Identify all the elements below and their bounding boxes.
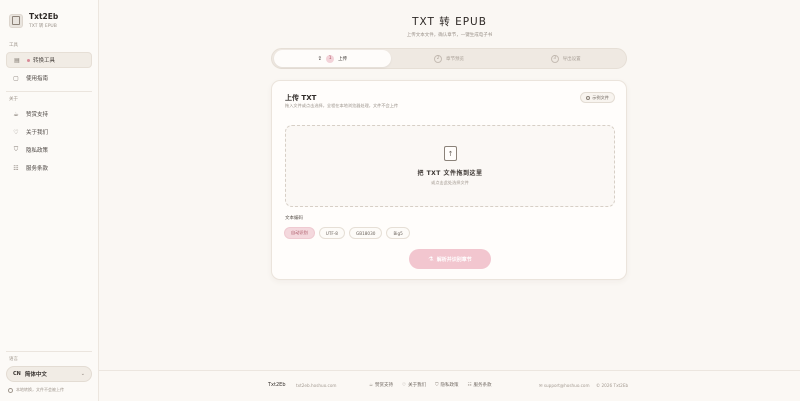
- encoding-options: 自动识别 UTF-8 GB18030 Big5: [284, 227, 414, 239]
- footer-link-label: 赞赏支持: [375, 383, 394, 388]
- footer-links: ☕ 赞赏支持 ♡ 关于我们 ⛉ 隐私政策 ☷ 服务条款: [369, 382, 501, 389]
- step-label: 章节预览: [446, 56, 464, 62]
- local-processing-text: 本地转换，文件不会被上传: [16, 387, 64, 392]
- footer-link-support[interactable]: ☕ 赞赏支持: [369, 382, 394, 389]
- footer-link-label: 隐私政策: [440, 383, 459, 388]
- sample-file-button[interactable]: 示例文件: [580, 92, 615, 103]
- encoding-option-auto[interactable]: 自动识别: [284, 227, 315, 239]
- footer-email-text: support@hoshuo.com: [543, 382, 590, 388]
- shield-icon: ⛉: [13, 146, 19, 153]
- sidebar-divider: [6, 91, 92, 92]
- brand-subtitle: TXT 转 EPUB: [29, 24, 57, 29]
- coffee-icon: ☕: [369, 382, 374, 388]
- parse-chapters-label: 解析并识别章节: [436, 256, 472, 263]
- footer-copyright: © 2026 Txt2Eb: [596, 382, 629, 388]
- footer: Txt2Eb txt2eb.hoshuo.com ☕ 赞赏支持 ♡ 关于我们 ⛉ 隐私…: [99, 370, 800, 401]
- file-dropzone[interactable]: ↑ 把 TXT 文件拖到这里 或点击此处选择文件: [285, 125, 615, 207]
- sidebar-item-label: 关于我们: [26, 130, 49, 136]
- encoding-option-gb18030[interactable]: GB18030: [348, 227, 383, 239]
- heart-icon: ♡: [402, 382, 407, 388]
- chevron-down-icon: ⌄: [80, 371, 85, 377]
- sidebar-item-support[interactable]: ☕ 赞赏支持: [6, 106, 92, 122]
- terms-icon: ☷: [467, 382, 472, 388]
- sidebar-item-guide[interactable]: ▢ 使用指南: [6, 70, 92, 86]
- footer-domain[interactable]: txt2eb.hoshuo.com: [296, 383, 336, 388]
- footer-link-about[interactable]: ♡ 关于我们: [402, 382, 427, 389]
- coffee-icon: ☕: [13, 110, 19, 118]
- upload-icon: ⇪: [317, 55, 323, 62]
- sidebar-item-terms[interactable]: ☷ 服务条款: [6, 160, 92, 176]
- sidebar-item-label: 使用指南: [26, 76, 49, 82]
- dropzone-title: 把 TXT 文件拖到这里: [417, 170, 483, 177]
- sidebar-item-label: 转换工具: [33, 58, 56, 64]
- page-subtitle: 上传文本文件，确认章节，一键生成电子书: [406, 33, 493, 38]
- encoding-option-big5[interactable]: Big5: [386, 227, 410, 239]
- brand-name: Txt2Eb: [29, 12, 59, 21]
- brand[interactable]: Txt2Eb TXT 转 EPUB: [9, 12, 58, 29]
- shield-icon: ⛉: [435, 383, 439, 388]
- sidebar-item-converter[interactable]: ▤ 转换工具: [6, 52, 92, 68]
- sample-file-label: 示例文件: [592, 94, 609, 100]
- dropzone-subtitle: 或点击此处选择文件: [431, 180, 469, 185]
- terms-icon: ☷: [13, 164, 19, 172]
- section-label-language: 语言: [9, 357, 18, 362]
- sidebar-item-label: 隐私政策: [26, 148, 49, 154]
- sample-icon: [586, 95, 591, 100]
- footer-link-label: 关于我们: [408, 383, 427, 388]
- section-label-about: 关于: [9, 97, 18, 102]
- step-chapter-preview[interactable]: 2 章节预览: [391, 50, 508, 67]
- book-icon: ▢: [13, 74, 19, 82]
- sidebar-item-about[interactable]: ♡ 关于我们: [6, 124, 92, 140]
- magic-wand-icon: ⚗: [428, 255, 434, 263]
- step-label: 导出设置: [562, 56, 581, 62]
- local-processing-hint: 本地转换，文件不会被上传: [8, 387, 64, 393]
- footer-brand: Txt2Eb: [268, 382, 286, 388]
- upload-card: 上传 TXT 拖入文件或点击选择，全程在本地浏览器处理，文件不会上传 示例文件 …: [271, 80, 627, 280]
- sidebar: Txt2Eb TXT 转 EPUB 工具 ▤ 转换工具 ▢ 使用指南 关于 ☕ …: [0, 0, 99, 401]
- step-number: 3: [550, 54, 559, 63]
- upload-file-icon: ↑: [444, 146, 457, 161]
- footer-email[interactable]: ✉ support@hoshuo.com: [539, 383, 590, 388]
- step-upload[interactable]: ⇪ 1 上传: [274, 50, 391, 67]
- info-icon: [8, 387, 13, 393]
- sidebar-item-label: 服务条款: [26, 166, 49, 172]
- active-dot: [27, 58, 30, 62]
- stepper: ⇪ 1 上传 2 章节预览 3 导出设置: [271, 48, 627, 69]
- encoding-option-utf8[interactable]: UTF-8: [318, 227, 345, 239]
- upload-title: 上传 TXT: [285, 94, 317, 102]
- step-label: 上传: [338, 56, 348, 62]
- upload-description: 拖入文件或点击选择，全程在本地浏览器处理，文件不会上传: [285, 103, 399, 108]
- file-icon: ▤: [14, 56, 20, 64]
- language-select[interactable]: CN 简体中文 ⌄: [6, 366, 92, 382]
- step-export-settings[interactable]: 3 导出设置: [507, 50, 624, 67]
- encoding-label: 文本编码: [285, 216, 303, 221]
- heart-icon: ♡: [13, 128, 19, 136]
- sidebar-divider: [6, 351, 92, 352]
- section-label-tools: 工具: [9, 43, 18, 48]
- step-number: 2: [434, 54, 442, 63]
- page-title: TXT 转 EPUB: [412, 16, 487, 28]
- footer-link-privacy[interactable]: ⛉ 隐私政策: [435, 382, 458, 388]
- sidebar-item-label: 赞赏支持: [26, 112, 49, 118]
- logo-icon: [9, 13, 23, 28]
- language-label: 简体中文: [24, 372, 47, 378]
- sidebar-item-privacy[interactable]: ⛉ 隐私政策: [6, 142, 92, 158]
- parse-chapters-button[interactable]: ⚗ 解析并识别章节: [409, 249, 491, 269]
- step-number: 1: [326, 54, 335, 63]
- footer-link-label: 服务条款: [473, 383, 492, 388]
- footer-link-terms[interactable]: ☷ 服务条款: [467, 382, 492, 389]
- language-code: CN: [13, 371, 21, 377]
